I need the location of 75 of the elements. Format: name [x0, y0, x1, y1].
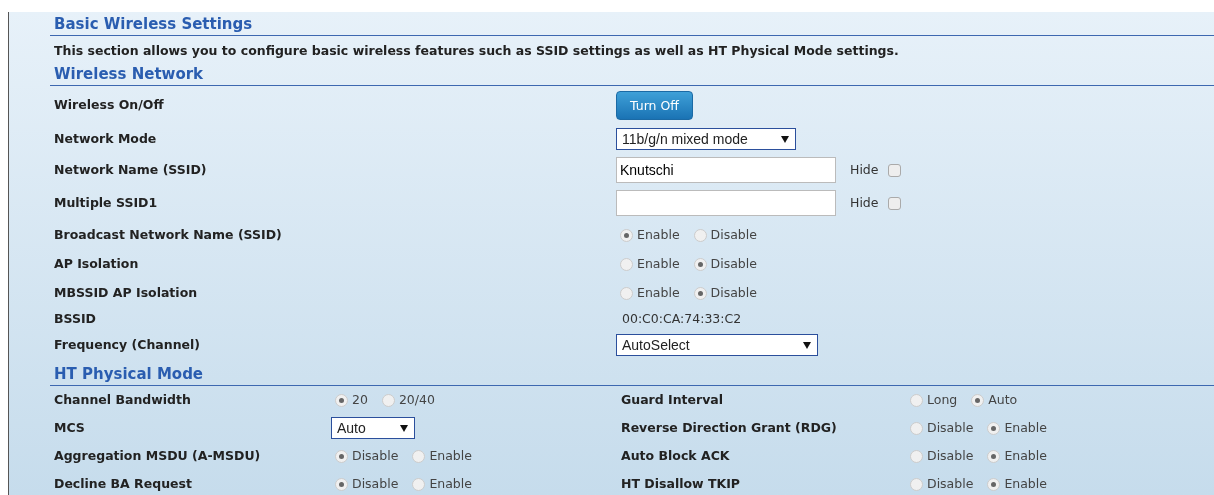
- radio-label: Disable: [352, 446, 399, 465]
- hide-label: Hide: [850, 160, 879, 179]
- checkbox[interactable]: [887, 163, 901, 177]
- radio-label: 20/40: [398, 390, 435, 409]
- field-label: Reverse Direction Grant (RDG): [621, 418, 838, 437]
- radio-label: Disable: [710, 225, 757, 244]
- dropdown[interactable]: AutoSelect: [616, 334, 818, 356]
- field-label: Network Name (SSID): [54, 160, 208, 179]
- section-title: Wireless Network: [50, 62, 1214, 86]
- radio-label: 20: [352, 390, 368, 409]
- radio-label: Long: [927, 390, 958, 409]
- radio-button[interactable]: [620, 286, 633, 300]
- field-label: Multiple SSID1: [54, 193, 159, 212]
- radio-label: Enable: [1004, 474, 1047, 493]
- caret-icon: [781, 135, 789, 143]
- bssid-value: 00:C0:CA:74:33:C2: [621, 310, 742, 329]
- field-label: MBSSID AP Isolation: [54, 283, 199, 302]
- field-label: Wireless On/Off: [54, 95, 165, 114]
- radio-button[interactable]: [910, 393, 923, 407]
- radio-button[interactable]: [693, 228, 707, 242]
- radio-label: Auto: [988, 390, 1018, 409]
- field-label: Decline BA Request: [54, 474, 193, 493]
- radio-label: Disable: [927, 418, 974, 437]
- field-label: Guard Interval: [621, 390, 725, 409]
- field-label: Auto Block ACK: [621, 446, 731, 465]
- field-label: HT Disallow TKIP: [621, 474, 741, 493]
- radio-label: Disable: [710, 255, 757, 274]
- field-label: Broadcast Network Name (SSID): [54, 225, 283, 244]
- radio-label: Enable: [1004, 418, 1047, 437]
- text-field[interactable]: [616, 190, 836, 216]
- radio-label: Enable: [429, 474, 472, 493]
- field-label: Channel Bandwidth: [54, 390, 192, 409]
- radio-button[interactable]: [910, 449, 923, 463]
- hide-label: Hide: [850, 193, 879, 212]
- radio-button[interactable]: [910, 477, 923, 491]
- dropdown[interactable]: Auto: [331, 417, 415, 439]
- radio-button[interactable]: [412, 477, 426, 491]
- radio-button[interactable]: [620, 258, 633, 271]
- radio-label: Enable: [429, 446, 472, 465]
- field-label: Frequency (Channel): [54, 335, 201, 354]
- radio-button[interactable]: [620, 228, 633, 242]
- radio-button[interactable]: [335, 449, 348, 463]
- turn-off-button[interactable]: Turn Off: [616, 90, 693, 120]
- radio-button[interactable]: [910, 421, 923, 435]
- radio-button[interactable]: [693, 258, 707, 271]
- field-label: AP Isolation: [54, 255, 140, 274]
- radio-label: Disable: [927, 474, 974, 493]
- radio-button[interactable]: [987, 421, 1001, 435]
- radio-button[interactable]: [412, 449, 426, 463]
- radio-button[interactable]: [335, 393, 348, 407]
- radio-label: Enable: [637, 283, 680, 302]
- radio-label: Disable: [352, 474, 399, 493]
- checkbox[interactable]: [887, 196, 901, 210]
- radio-label: Disable: [927, 446, 974, 465]
- description-text: This section allows you to configure basic wireless features such as SSID settings as well as HT Physical Mode settings.: [53, 42, 900, 60]
- radio-button[interactable]: [987, 449, 1001, 463]
- field-label: Aggregation MSDU (A-MSDU): [54, 446, 262, 465]
- section-title: HT Physical Mode: [50, 362, 1214, 386]
- dropdown[interactable]: 11b/g/n mixed mode: [616, 128, 796, 150]
- section-title: Basic Wireless Settings: [50, 12, 1214, 36]
- radio-button[interactable]: [987, 477, 1001, 491]
- radio-button[interactable]: [335, 477, 348, 491]
- field-label: BSSID: [54, 310, 97, 329]
- field-label: MCS: [54, 418, 86, 437]
- radio-button[interactable]: [381, 393, 395, 407]
- radio-label: Disable: [710, 283, 757, 302]
- radio-label: Enable: [637, 225, 680, 244]
- field-label: Network Mode: [54, 129, 158, 148]
- caret-icon: [400, 424, 408, 432]
- text-field[interactable]: Knutschi: [616, 157, 836, 183]
- radio-label: Enable: [1004, 446, 1047, 465]
- radio-label: Enable: [637, 255, 680, 274]
- caret-icon: [803, 341, 811, 349]
- radio-button[interactable]: [971, 393, 985, 407]
- radio-button[interactable]: [693, 286, 707, 300]
